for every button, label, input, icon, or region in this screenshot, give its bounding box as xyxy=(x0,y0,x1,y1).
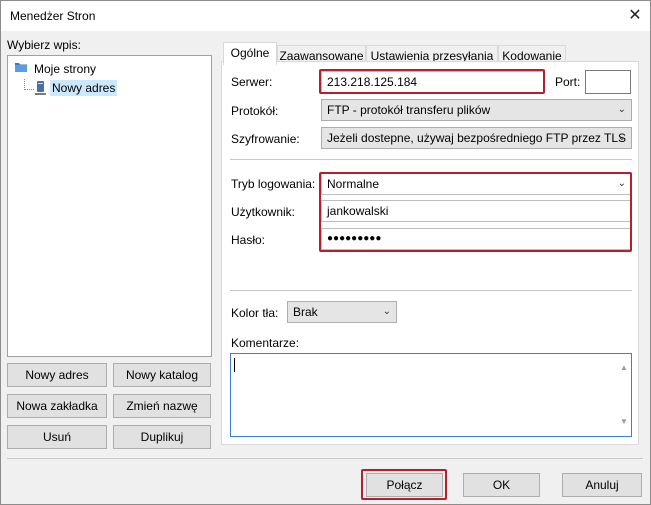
title-bar: Menedżer Stron ✕ xyxy=(1,1,650,31)
credentials-highlight xyxy=(319,172,632,252)
duplicate-button[interactable]: Duplikuj xyxy=(113,425,211,449)
encryption-value: Jeżeli dostepne, używaj bezpośredniego F… xyxy=(327,131,627,145)
chevron-down-icon: ⌄ xyxy=(617,104,626,115)
scroll-down-icon[interactable]: ▼ xyxy=(620,412,628,432)
bgcolor-label: Kolor tła: xyxy=(231,306,279,320)
delete-button[interactable]: Usuń xyxy=(7,425,107,449)
server-highlight xyxy=(319,69,545,94)
scroll-up-icon[interactable]: ▲ xyxy=(620,358,628,378)
encryption-select[interactable]: Jeżeli dostepne, używaj bezpośredniego F… xyxy=(321,127,632,149)
tree-root-item[interactable]: Moje strony xyxy=(34,62,96,76)
password-label: Hasło: xyxy=(231,233,266,247)
comments-textarea[interactable]: ▲ ▼ xyxy=(230,353,632,437)
site-manager-window: Menedżer Stron ✕ Wybierz wpis: Moje stro… xyxy=(0,0,651,505)
encryption-label: Szyfrowanie: xyxy=(231,132,300,146)
protocol-select[interactable]: FTP - protokół transferu plików ⌄ xyxy=(321,99,632,121)
server-label: Serwer: xyxy=(231,75,273,89)
protocol-value: FTP - protokół transferu plików xyxy=(327,103,491,117)
cancel-button[interactable]: Anuluj xyxy=(562,473,642,497)
separator xyxy=(230,159,632,160)
logon-type-label: Tryb logowania: xyxy=(231,177,316,191)
port-label: Port: xyxy=(555,75,581,89)
select-entry-label: Wybierz wpis: xyxy=(7,38,81,52)
bgcolor-value: Brak xyxy=(293,305,318,319)
new-site-button[interactable]: Nowy adres xyxy=(7,363,107,387)
window-title: Menedżer Stron xyxy=(10,9,96,23)
protocol-label: Protokół: xyxy=(231,104,279,118)
rename-button[interactable]: Zmień nazwę xyxy=(113,394,211,418)
connect-highlight xyxy=(361,469,447,500)
comments-label: Komentarze: xyxy=(231,336,300,350)
ok-button[interactable]: OK xyxy=(463,473,540,497)
new-folder-button[interactable]: Nowy katalog xyxy=(113,363,211,387)
folder-icon xyxy=(15,63,27,72)
close-icon[interactable]: ✕ xyxy=(623,5,647,27)
bgcolor-select[interactable]: Brak ⌄ xyxy=(287,301,397,323)
site-tree[interactable]: Moje strony Nowy adres xyxy=(7,55,212,357)
footer-separator xyxy=(7,458,643,459)
scrollbar[interactable]: ▲ ▼ xyxy=(617,354,631,436)
new-bookmark-button[interactable]: Nowa zakładka xyxy=(7,394,107,418)
tab-general[interactable]: Ogólne xyxy=(223,42,277,65)
separator xyxy=(230,290,632,291)
port-input[interactable] xyxy=(585,70,631,94)
server-icon xyxy=(35,81,46,95)
chevron-down-icon: ⌄ xyxy=(617,132,626,143)
text-caret xyxy=(234,358,235,372)
chevron-down-icon: ⌄ xyxy=(382,306,391,317)
user-label: Użytkownik: xyxy=(231,205,296,219)
tree-item-new-site[interactable]: Nowy adres xyxy=(50,80,118,96)
